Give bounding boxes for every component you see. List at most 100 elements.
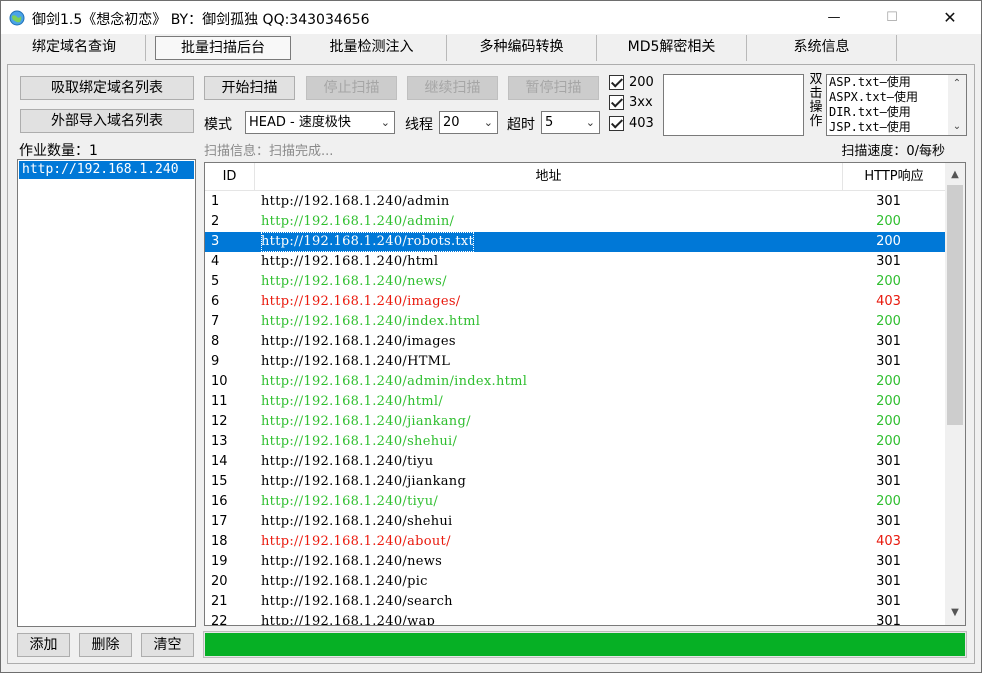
column-header-id[interactable]: ID — [205, 163, 255, 191]
table-row[interactable]: 22 http://192.168.1.240/wap 301 — [205, 612, 945, 626]
chevron-down-icon[interactable]: ⌄ — [948, 121, 966, 132]
cell-url: http://192.168.1.240/tiyu — [261, 454, 434, 469]
cell-id: 5 — [211, 274, 220, 289]
chevron-up-icon[interactable]: ▲ — [945, 165, 965, 185]
table-row[interactable]: 10 http://192.168.1.240/admin/index.html 2… — [205, 372, 945, 392]
table-row[interactable]: 9 http://192.168.1.240/HTML 301 — [205, 352, 945, 372]
filter-200-checkbox[interactable]: 200 — [609, 75, 654, 90]
checkbox-checked-icon — [609, 116, 624, 131]
cell-id: 9 — [211, 354, 220, 369]
cell-http-code: 301 — [876, 514, 901, 529]
cell-url: http://192.168.1.240/admin — [261, 194, 450, 209]
cell-url: http://192.168.1.240/tiyu/ — [261, 494, 439, 509]
table-row[interactable]: 17 http://192.168.1.240/shehui 301 — [205, 512, 945, 532]
dictionary-item[interactable]: JSP.txt—使用 — [827, 120, 966, 135]
table-row[interactable]: 2 http://192.168.1.240/admin/200 — [205, 212, 945, 232]
cell-url: http://192.168.1.240/about/ — [261, 534, 451, 549]
table-row[interactable]: 1 http://192.168.1.240/admin 301 — [205, 192, 945, 212]
results-table[interactable]: ID 地址 HTTP响应 1 http://192.168.1.240/admin… — [204, 162, 966, 626]
tab-domain-query[interactable]: 绑定域名查询 — [3, 35, 146, 61]
domain-list[interactable]: http://192.168.1.240 — [17, 159, 196, 627]
scan-progress-bar — [203, 631, 967, 658]
import-domains-button[interactable]: 外部导入域名列表 — [20, 109, 194, 133]
chevron-down-icon: ⌄ — [483, 116, 493, 129]
dictionary-item[interactable]: ASPX.txt—使用 — [827, 90, 966, 105]
table-row[interactable]: 4 http://192.168.1.240/html 301 — [205, 252, 945, 272]
delete-button[interactable]: 删除 — [79, 633, 132, 657]
chevron-up-icon[interactable]: ⌃ — [948, 78, 966, 89]
table-row[interactable]: 13 http://192.168.1.240/shehui/200 — [205, 432, 945, 452]
table-row[interactable]: 8 http://192.168.1.240/images 301 — [205, 332, 945, 352]
table-row[interactable]: 5 http://192.168.1.240/news/200 — [205, 272, 945, 292]
minimize-button[interactable]: — — [811, 1, 857, 34]
cell-http-code: 403 — [876, 294, 901, 309]
scroll-thumb[interactable] — [947, 185, 963, 425]
clear-button[interactable]: 清空 — [141, 633, 194, 657]
scan-info-label: 扫描信息：扫描完成... — [204, 144, 334, 159]
fetch-domains-button[interactable]: 吸取绑定域名列表 — [20, 76, 194, 100]
cell-http-code: 301 — [876, 334, 901, 349]
cell-id: 22 — [211, 614, 228, 626]
scan-speed-label: 扫描速度：0/每秒 — [841, 144, 945, 159]
dictionary-item[interactable]: ASP.txt—使用 — [827, 75, 966, 90]
stop-scan-button[interactable]: 停止扫描 — [306, 76, 397, 100]
domain-list-item[interactable]: http://192.168.1.240 — [19, 161, 194, 179]
table-row[interactable]: 11 http://192.168.1.240/html/200 — [205, 392, 945, 412]
table-scrollbar[interactable]: ▲ ▼ — [945, 163, 965, 625]
title-bar[interactable]: 御剑1.5《想念初恋》 BY：御剑孤独 QQ:343034656 — ☐ ✕ — [1, 1, 981, 34]
cell-id: 11 — [211, 394, 228, 409]
mode-select[interactable]: HEAD - 速度极快 ⌄ — [245, 111, 395, 134]
filter-403-checkbox[interactable]: 403 — [609, 116, 654, 131]
table-row[interactable]: 21 http://192.168.1.240/search 301 — [205, 592, 945, 612]
table-row[interactable]: 15 http://192.168.1.240/jiankang 301 — [205, 472, 945, 492]
cell-url: http://192.168.1.240/html — [261, 254, 439, 269]
tab-encoding[interactable]: 多种编码转换 — [447, 35, 597, 61]
cell-http-code: 301 — [876, 574, 901, 589]
table-row[interactable]: 14 http://192.168.1.240/tiyu 301 — [205, 452, 945, 472]
cell-id: 2 — [211, 214, 220, 229]
add-button[interactable]: 添加 — [17, 633, 70, 657]
table-row[interactable]: 12 http://192.168.1.240/jiankang/200 — [205, 412, 945, 432]
cell-http-code: 200 — [876, 274, 901, 289]
cell-http-code: 200 — [876, 314, 901, 329]
table-row[interactable]: 19 http://192.168.1.240/news 301 — [205, 552, 945, 572]
filter-3xx-checkbox[interactable]: 3xx — [609, 95, 653, 110]
column-header-http[interactable]: HTTP响应 — [843, 163, 945, 191]
cell-url: http://192.168.1.240/index.html — [261, 314, 481, 329]
dictionary-scrollbar[interactable]: ⌃ ⌄ — [948, 75, 966, 135]
cell-id: 6 — [211, 294, 220, 309]
pause-scan-button[interactable]: 暂停扫描 — [508, 76, 599, 100]
table-row[interactable]: 3 http://192.168.1.240/robots.txt 200 — [205, 232, 945, 252]
dictionary-item[interactable]: DIR.txt—使用 — [827, 105, 966, 120]
table-row[interactable]: 16 http://192.168.1.240/tiyu/200 — [205, 492, 945, 512]
cell-id: 20 — [211, 574, 228, 589]
tab-md5[interactable]: MD5解密相关 — [597, 35, 747, 61]
cell-url: http://192.168.1.240/images — [261, 334, 456, 349]
continue-scan-button[interactable]: 继续扫描 — [407, 76, 498, 100]
custom-path-textarea[interactable] — [663, 74, 804, 136]
close-icon: ✕ — [943, 8, 957, 27]
chevron-down-icon[interactable]: ▼ — [945, 603, 965, 623]
cell-id: 19 — [211, 554, 228, 569]
close-button[interactable]: ✕ — [927, 1, 973, 34]
cell-http-code: 200 — [876, 374, 901, 389]
table-row[interactable]: 6 http://192.168.1.240/images/403 — [205, 292, 945, 312]
timeout-value: 5 — [545, 115, 554, 130]
app-window: 御剑1.5《想念初恋》 BY：御剑孤独 QQ:343034656 — ☐ ✕ 绑… — [0, 0, 982, 673]
start-scan-button[interactable]: 开始扫描 — [204, 76, 295, 100]
table-row[interactable]: 20 http://192.168.1.240/pic 301 — [205, 572, 945, 592]
table-row[interactable]: 18 http://192.168.1.240/about/403 — [205, 532, 945, 552]
tab-system-info[interactable]: 系统信息 — [747, 35, 897, 61]
threads-select[interactable]: 20 ⌄ — [439, 111, 498, 134]
maximize-button[interactable]: ☐ — [869, 1, 915, 34]
table-row[interactable]: 7 http://192.168.1.240/index.html 200 — [205, 312, 945, 332]
cell-id: 12 — [211, 414, 228, 429]
cell-id: 17 — [211, 514, 228, 529]
app-globe-icon — [9, 10, 25, 26]
tab-batch-injection[interactable]: 批量检测注入 — [297, 35, 447, 61]
tab-batch-scan[interactable]: 批量扫描后台 — [155, 36, 291, 60]
timeout-select[interactable]: 5 ⌄ — [541, 111, 600, 134]
cell-url: http://192.168.1.240/wap — [261, 614, 436, 626]
dictionary-list[interactable]: ASP.txt—使用 ASPX.txt—使用 DIR.txt—使用 JSP.tx… — [826, 74, 967, 136]
column-header-url[interactable]: 地址 — [255, 163, 843, 191]
